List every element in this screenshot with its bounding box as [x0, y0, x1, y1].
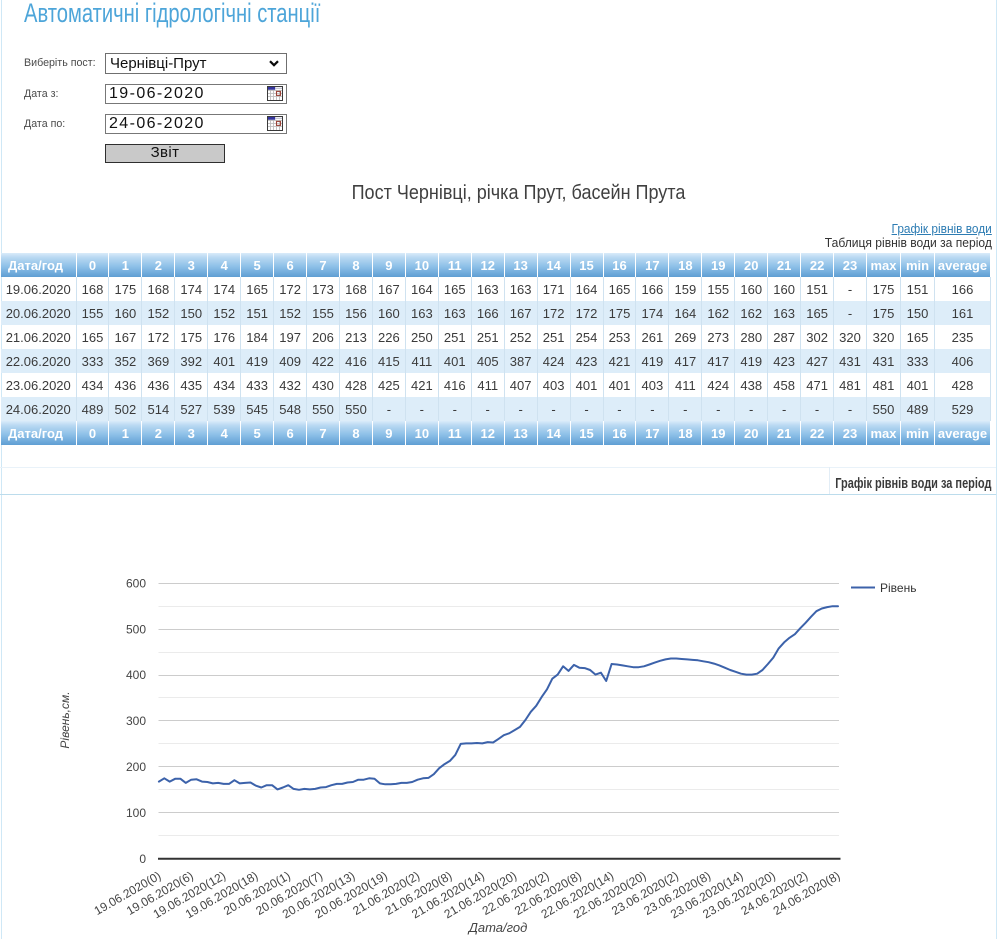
svg-text:Рівень: Рівень [880, 581, 916, 595]
svg-text:300: 300 [126, 714, 146, 728]
svg-text:0: 0 [139, 852, 146, 866]
svg-text:500: 500 [126, 622, 146, 636]
svg-text:Рівень,см.: Рівень,см. [58, 691, 72, 748]
svg-text:400: 400 [126, 668, 146, 682]
svg-text:200: 200 [126, 760, 146, 774]
svg-text:Дата/год: Дата/год [467, 920, 528, 935]
svg-text:100: 100 [126, 806, 146, 820]
svg-text:600: 600 [126, 576, 146, 590]
